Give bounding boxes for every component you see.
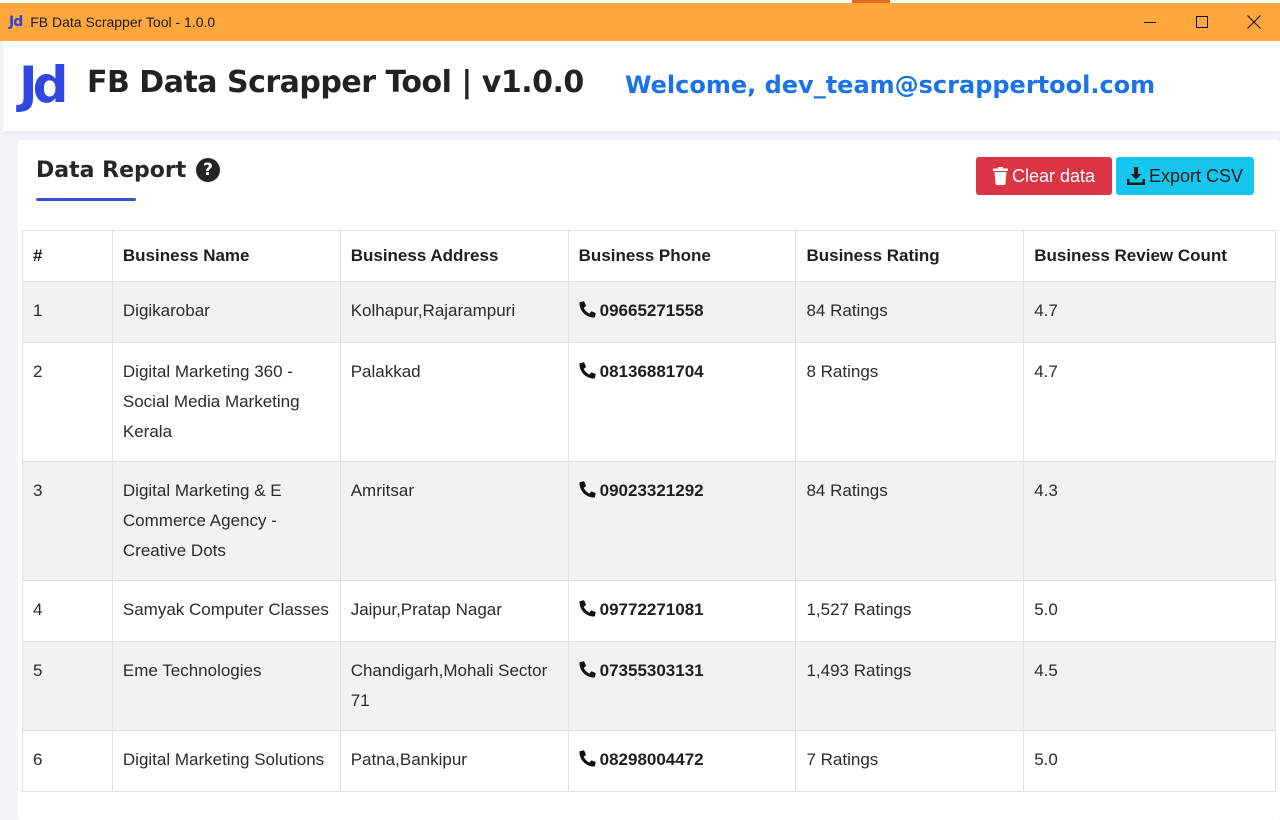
cell-business-phone[interactable]: 09023321292 bbox=[567, 461, 797, 581]
cell-number: 4 bbox=[22, 580, 113, 642]
table-row: 3 Digital Marketing & E Commerce Agency … bbox=[22, 461, 1276, 581]
cell-review-count: 5.0 bbox=[1023, 730, 1276, 792]
cell-business-address: Patna,Bankipur bbox=[339, 730, 569, 792]
header-business-review-count: Business Review Count bbox=[1023, 230, 1276, 282]
cell-business-name: Digital Marketing 360 - Social Media Mar… bbox=[111, 342, 341, 462]
phone-number: 09772271081 bbox=[599, 600, 704, 619]
cell-business-phone[interactable]: 09665271558 bbox=[567, 281, 797, 343]
cell-number: 1 bbox=[22, 281, 113, 343]
minimize-button[interactable] bbox=[1124, 3, 1176, 41]
cell-review-count: 5.0 bbox=[1023, 580, 1276, 642]
cell-business-rating: 84 Ratings bbox=[795, 461, 1025, 581]
cell-business-rating: 8 Ratings bbox=[795, 342, 1025, 462]
cell-business-name: Eme Technologies bbox=[111, 641, 341, 731]
window-title: FB Data Scrapper Tool - 1.0.0 bbox=[30, 14, 216, 30]
app-logo: Jd bbox=[19, 56, 68, 114]
title-underline bbox=[36, 198, 136, 201]
cell-business-rating: 84 Ratings bbox=[795, 281, 1025, 343]
cell-business-address: Jaipur,Pratap Nagar bbox=[339, 580, 569, 642]
phone-number: 08136881704 bbox=[599, 362, 704, 381]
close-icon bbox=[1247, 15, 1261, 29]
cell-business-rating: 1,527 Ratings bbox=[795, 580, 1025, 642]
phone-icon bbox=[579, 478, 596, 508]
cell-business-phone[interactable]: 08298004472 bbox=[567, 730, 797, 792]
table-header-row: # Business Name Business Address Busines… bbox=[22, 230, 1276, 282]
header-business-rating: Business Rating bbox=[795, 230, 1025, 282]
table-row: 1 Digikarobar Kolhapur,Rajarampuri 09665… bbox=[22, 281, 1276, 343]
report-title: Data Report bbox=[36, 158, 187, 183]
cell-business-name: Digikarobar bbox=[111, 281, 341, 343]
cell-business-name: Digital Marketing & E Commerce Agency - … bbox=[111, 461, 341, 581]
cell-business-rating: 1,493 Ratings bbox=[795, 641, 1025, 731]
header-business-phone: Business Phone bbox=[567, 230, 797, 282]
cell-number: 6 bbox=[22, 730, 113, 792]
app-client-area: Jd FB Data Scrapper Tool | v1.0.0 Welcom… bbox=[3, 41, 1280, 820]
header-number: # bbox=[22, 230, 113, 282]
window-controls bbox=[1124, 3, 1280, 41]
cell-business-rating: 7 Ratings bbox=[795, 730, 1025, 792]
cell-review-count: 4.7 bbox=[1023, 281, 1276, 343]
table-row: 4 Samyak Computer Classes Jaipur,Pratap … bbox=[22, 580, 1276, 642]
download-icon bbox=[1126, 167, 1145, 185]
phone-number: 09023321292 bbox=[599, 481, 704, 500]
phone-icon bbox=[579, 597, 596, 627]
phone-icon bbox=[579, 658, 596, 688]
cell-business-phone[interactable]: 07355303131 bbox=[567, 641, 797, 731]
table-row: 6 Digital Marketing Solutions Patna,Bank… bbox=[22, 730, 1276, 792]
phone-number: 07355303131 bbox=[599, 661, 704, 680]
header-business-name: Business Name bbox=[111, 230, 341, 282]
table-row: 2 Digital Marketing 360 - Social Media M… bbox=[22, 342, 1276, 462]
data-table: # Business Name Business Address Busines… bbox=[22, 230, 1276, 792]
table-row: 5 Eme Technologies Chandigarh,Mohali Sec… bbox=[22, 641, 1276, 731]
cell-business-address: Chandigarh,Mohali Sector 71 bbox=[339, 641, 569, 731]
question-circle-icon[interactable]: ? bbox=[196, 158, 220, 182]
cell-number: 2 bbox=[22, 342, 113, 462]
window-logo-icon: Jd bbox=[9, 14, 23, 30]
header-business-address: Business Address bbox=[339, 230, 569, 282]
trash-icon bbox=[992, 167, 1008, 185]
cell-business-phone[interactable]: 08136881704 bbox=[567, 342, 797, 462]
cell-review-count: 4.7 bbox=[1023, 342, 1276, 462]
maximize-icon bbox=[1196, 16, 1208, 28]
cell-number: 5 bbox=[22, 641, 113, 731]
phone-icon bbox=[579, 747, 596, 777]
cell-review-count: 4.5 bbox=[1023, 641, 1276, 731]
minimize-icon bbox=[1144, 22, 1156, 23]
cell-business-phone[interactable]: 09772271081 bbox=[567, 580, 797, 642]
window-titlebar[interactable]: Jd FB Data Scrapper Tool - 1.0.0 bbox=[0, 3, 1280, 41]
clear-data-button[interactable]: Clear data bbox=[976, 157, 1112, 195]
phone-number: 08298004472 bbox=[599, 750, 704, 769]
export-csv-label: Export CSV bbox=[1148, 165, 1244, 186]
phone-number: 09665271558 bbox=[599, 301, 704, 320]
data-report-card: Data Report ? Clear data Export CSV # Bu… bbox=[18, 140, 1280, 820]
maximize-button[interactable] bbox=[1176, 3, 1228, 41]
phone-icon bbox=[579, 298, 596, 328]
cell-review-count: 4.3 bbox=[1023, 461, 1276, 581]
cell-business-address: Palakkad bbox=[339, 342, 569, 462]
cell-business-address: Amritsar bbox=[339, 461, 569, 581]
app-title: FB Data Scrapper Tool | v1.0.0 bbox=[87, 65, 584, 100]
phone-icon bbox=[579, 359, 596, 389]
welcome-message: Welcome, dev_team@scrappertool.com bbox=[625, 71, 1156, 99]
cell-business-name: Digital Marketing Solutions bbox=[111, 730, 341, 792]
cell-business-name: Samyak Computer Classes bbox=[111, 580, 341, 642]
app-header: Jd FB Data Scrapper Tool | v1.0.0 Welcom… bbox=[3, 41, 1280, 131]
close-button[interactable] bbox=[1228, 3, 1280, 41]
clear-data-label: Clear data bbox=[1011, 165, 1096, 186]
cell-business-address: Kolhapur,Rajarampuri bbox=[339, 281, 569, 343]
cell-number: 3 bbox=[22, 461, 113, 581]
export-csv-button[interactable]: Export CSV bbox=[1116, 157, 1254, 195]
